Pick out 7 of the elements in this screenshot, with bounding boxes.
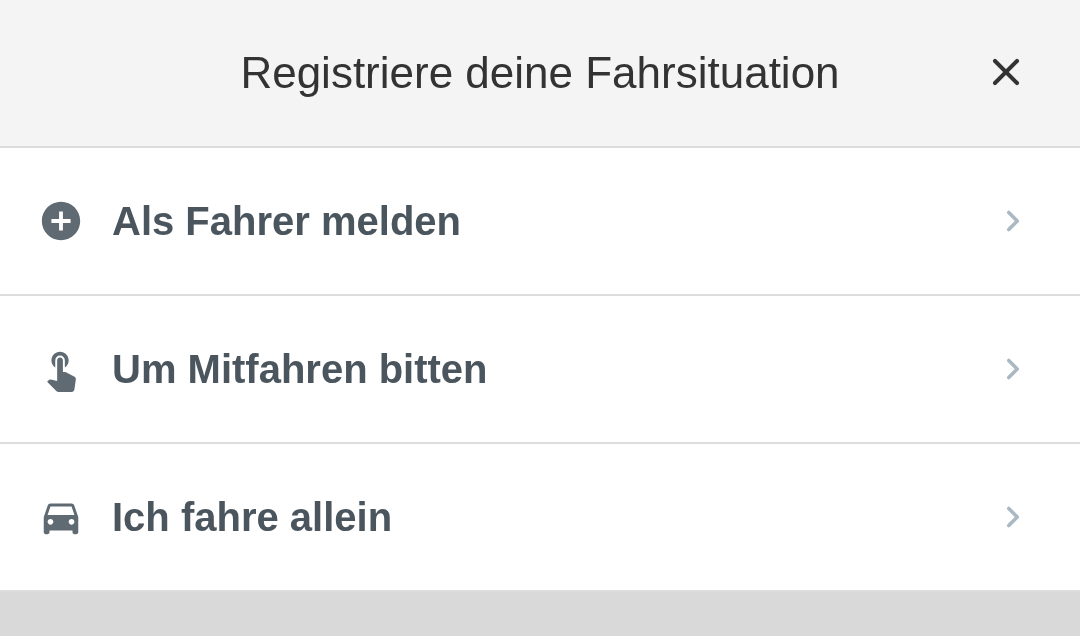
option-row[interactable]: Um Mitfahren bitten <box>0 296 1080 444</box>
option-label: Als Fahrer melden <box>112 198 462 245</box>
option-row[interactable]: Ich fahre allein <box>0 444 1080 592</box>
dialog-title: Registriere deine Fahrsituation <box>240 47 840 99</box>
option-label: Um Mitfahren bitten <box>112 346 489 393</box>
option-label: Ich fahre allein <box>112 494 394 541</box>
option-row[interactable]: Als Fahrer melden <box>0 148 1080 296</box>
